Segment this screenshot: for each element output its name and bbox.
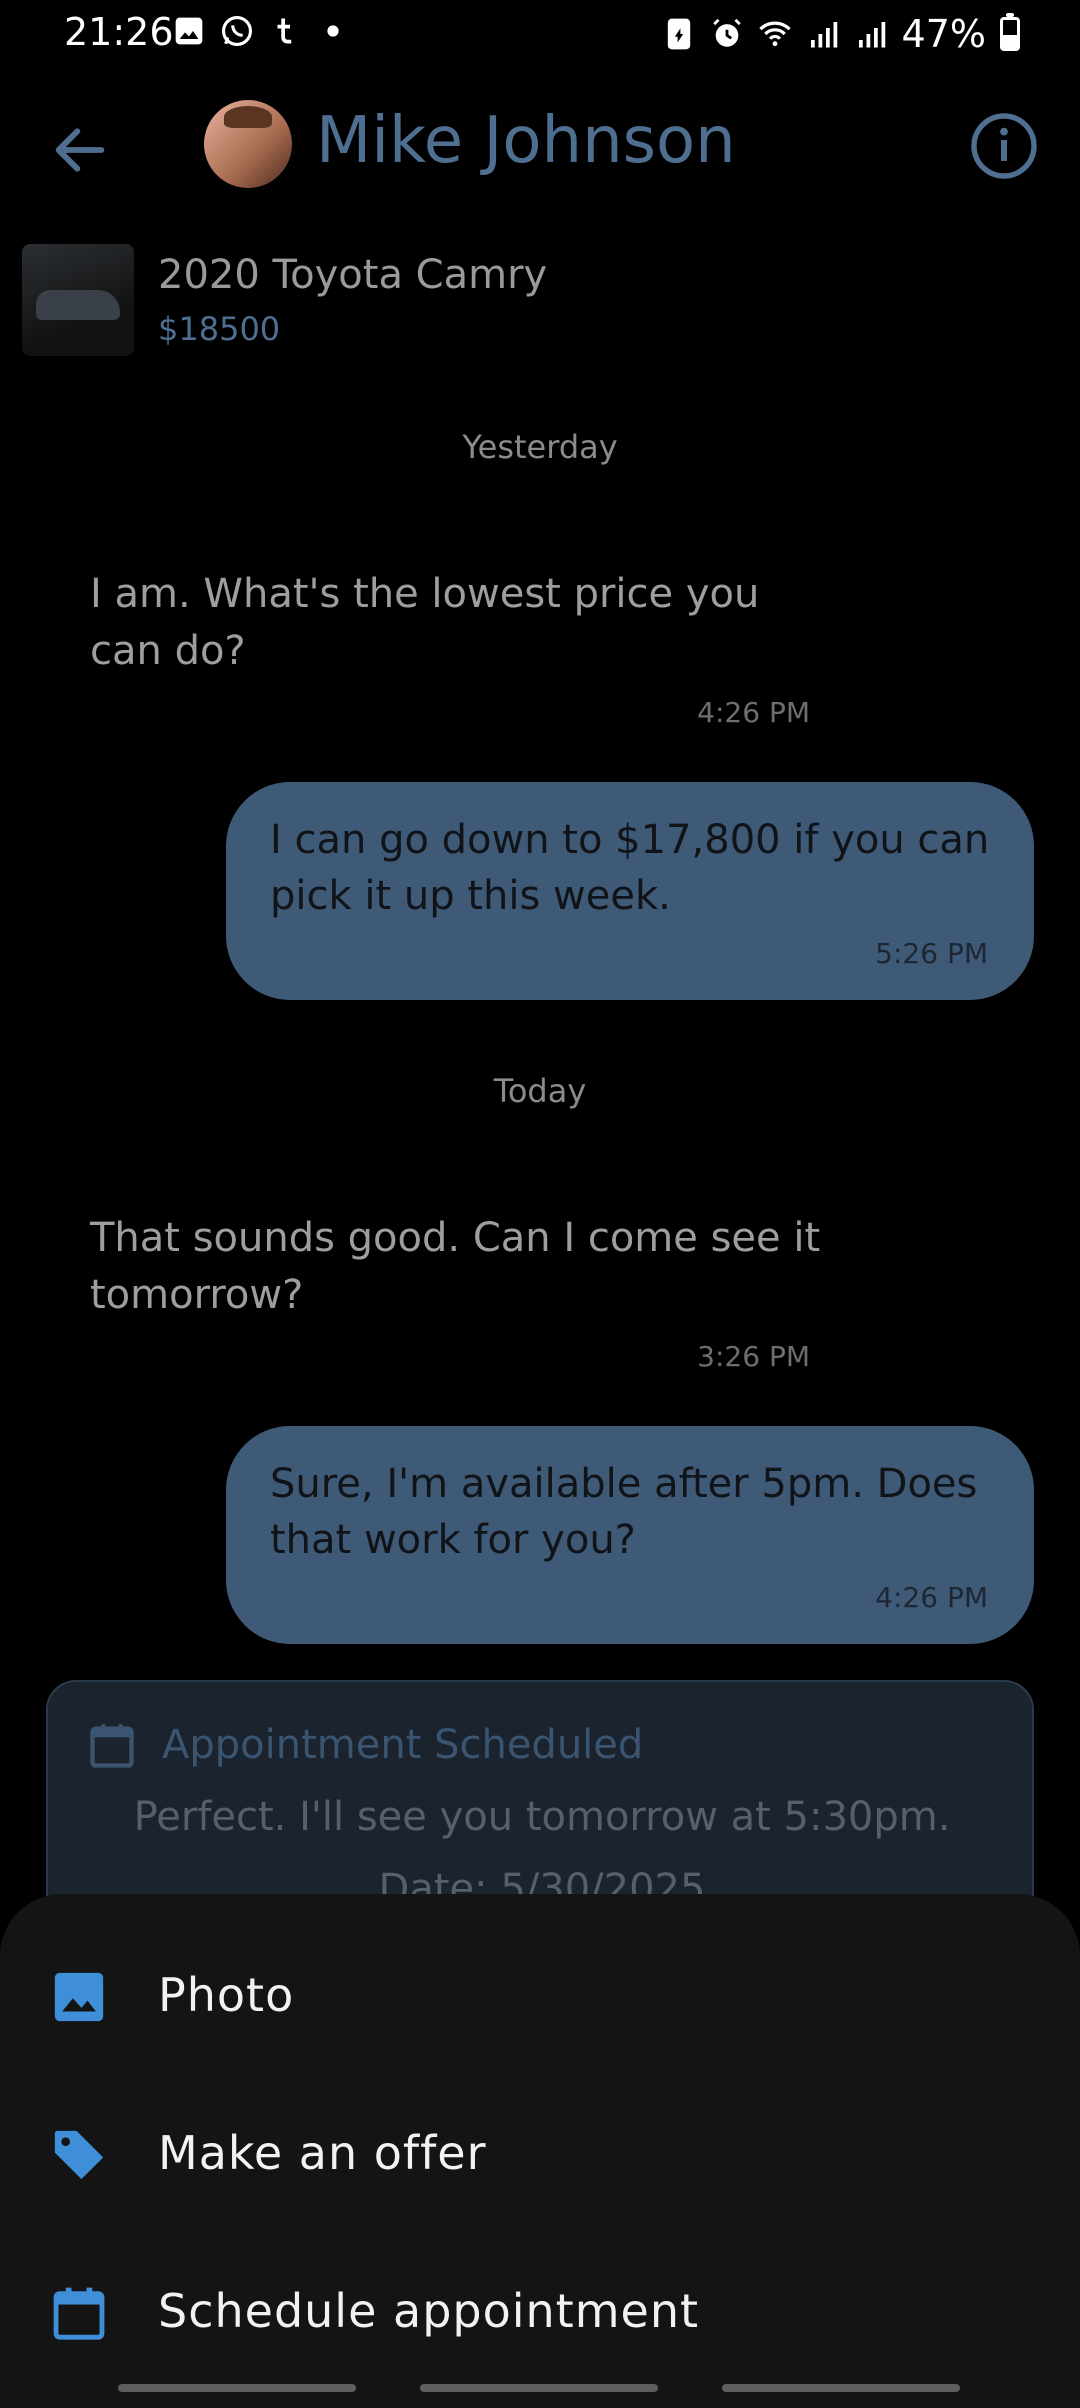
nav-back-button[interactable] — [722, 2384, 960, 2392]
system-icons: 47% — [662, 12, 1020, 56]
battery-percent: 47% — [901, 12, 986, 56]
info-icon — [971, 113, 1037, 179]
date-separator: Today — [493, 1072, 587, 1110]
wifi-icon — [758, 17, 792, 51]
nav-home-button[interactable] — [420, 2384, 658, 2392]
incoming-message-text: That sounds good. Can I come see it tomo… — [90, 1215, 821, 1318]
status-bar: 21:26 47% — [0, 0, 1080, 70]
appointment-title: Appointment Scheduled — [162, 1722, 644, 1768]
listing-price: $18500 — [158, 310, 281, 348]
dot-icon — [316, 14, 350, 48]
sheet-item-photo[interactable]: Photo — [0, 1924, 1080, 2064]
sheet-item-schedule-appointment[interactable]: Schedule appointment — [0, 2240, 1080, 2380]
contact-name[interactable]: Mike Johnson — [316, 104, 736, 178]
appointment-message: Perfect. I'll see you tomorrow at 5:30pm… — [133, 1794, 951, 1840]
alarm-icon — [710, 17, 744, 51]
sheet-item-label: Make an offer — [158, 2126, 487, 2180]
message-time: 4:26 PM — [697, 696, 810, 729]
listing-title: 2020 Toyota Camry — [158, 252, 548, 298]
incoming-message-text: I am. What's the lowest price you can do… — [90, 571, 760, 674]
signal-icon — [806, 17, 840, 51]
sheet-item-label: Photo — [158, 1968, 295, 2022]
battery-level — [1003, 34, 1017, 48]
outgoing-message[interactable]: Sure, I'm available after 5pm. Does that… — [226, 1426, 1034, 1644]
back-button[interactable] — [48, 118, 112, 182]
tag-icon — [54, 2130, 104, 2180]
nav-recents-button[interactable] — [118, 2384, 356, 2392]
calendar-icon — [90, 1724, 134, 1768]
image-icon — [54, 1972, 104, 2022]
avatar[interactable] — [204, 100, 292, 188]
info-button[interactable] — [968, 110, 1040, 182]
navigation-bar — [0, 2368, 1080, 2408]
outgoing-message-text: I can go down to $17,800 if you can pick… — [270, 817, 990, 919]
sheet-item-make-offer[interactable]: Make an offer — [0, 2082, 1080, 2222]
whatsapp-icon — [220, 14, 254, 48]
outgoing-message[interactable]: I can go down to $17,800 if you can pick… — [226, 782, 1034, 1000]
calendar-icon — [53, 2287, 105, 2340]
notification-icons — [172, 14, 350, 48]
tumblr-icon — [268, 14, 302, 48]
message-time: 5:26 PM — [875, 937, 988, 970]
data-saver-icon — [662, 17, 696, 51]
status-time: 21:26 — [64, 10, 174, 54]
listing-summary[interactable]: 2020 Toyota Camry $18500 — [22, 244, 722, 358]
battery-icon — [1000, 13, 1020, 51]
outgoing-message-text: Sure, I'm available after 5pm. Does that… — [270, 1461, 978, 1563]
attachment-sheet: Photo Make an offer Schedule appointment — [0, 1894, 1080, 2408]
sheet-item-label: Schedule appointment — [158, 2284, 700, 2338]
signal-icon — [854, 17, 888, 51]
message-time: 4:26 PM — [875, 1581, 988, 1614]
listing-thumbnail — [22, 244, 134, 356]
arrow-left-icon — [55, 128, 105, 172]
gallery-icon — [172, 14, 206, 48]
chat-header: Mike Johnson — [0, 70, 1080, 220]
message-time: 3:26 PM — [697, 1340, 810, 1373]
date-separator: Yesterday — [462, 428, 618, 466]
